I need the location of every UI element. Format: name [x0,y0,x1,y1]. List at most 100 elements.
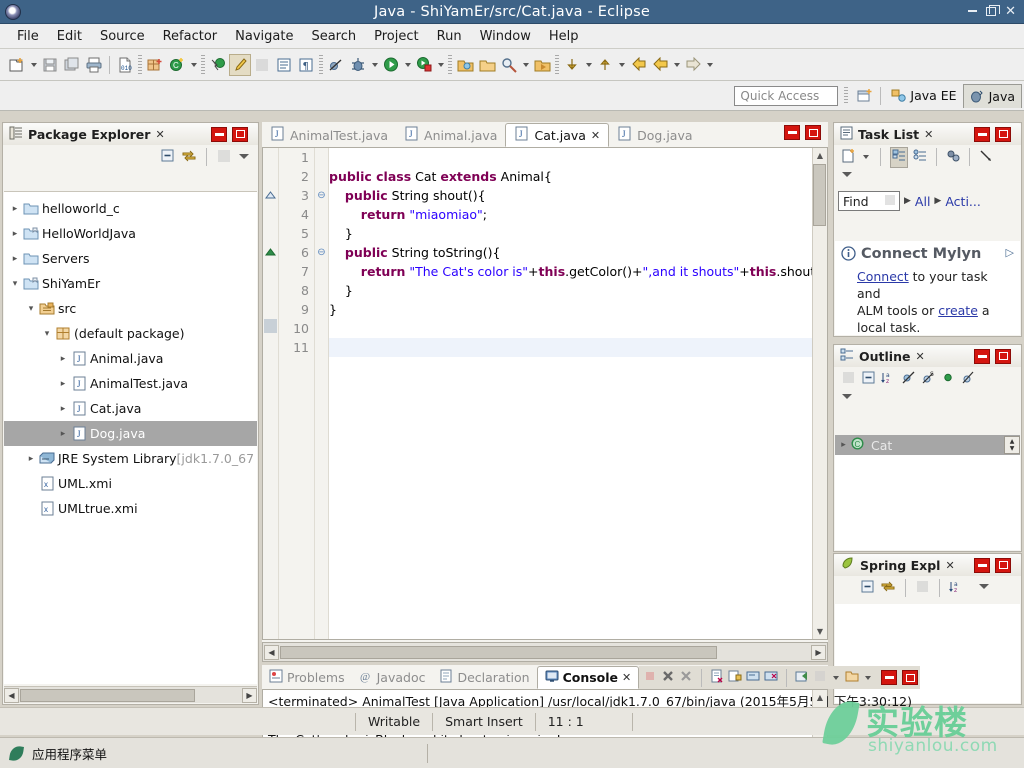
scroll-lock-icon[interactable] [728,669,742,686]
last-edit-location-icon[interactable] [627,54,649,76]
find-all-expander-icon[interactable]: ▶ [904,196,911,206]
tree-twisty-closed-icon[interactable] [56,404,70,414]
spring-explorer-tab[interactable]: Spring Expl ✕ [834,554,1021,576]
fold-marker[interactable] [315,262,328,281]
editor-folding-ruler[interactable]: ⊖ ⊖ [315,148,329,639]
display-console-icon[interactable] [764,669,778,686]
marker-slot[interactable] [263,148,278,167]
spring-view-menu-icon[interactable] [977,581,991,596]
editor-scroll-up-arrow[interactable]: ▲ [813,148,827,163]
editor-marker-gutter[interactable] [263,148,279,639]
editor-maximize-button[interactable] [805,125,821,140]
tree-item[interactable]: HelloWorldJava [4,221,257,246]
tree-item[interactable]: JRE System Library [jdk1.7.0_67 [4,446,257,471]
spring-explorer-maximize-button[interactable] [995,557,1011,573]
console-tab-close-icon[interactable]: ✕ [622,671,631,684]
code-line[interactable]: return "miaomiao"; [329,205,827,224]
outline-tab[interactable]: Outline ✕ [834,345,1021,367]
task-find-input[interactable]: Find [838,191,900,211]
editor-scroll-down-arrow[interactable]: ▼ [813,624,827,639]
skip-all-breakpoints-icon[interactable] [325,54,347,76]
open-perspective-folder-icon[interactable] [454,54,476,76]
find-activate-expander-icon[interactable]: ▶ [934,196,941,206]
tree-twisty-closed-icon[interactable] [56,354,70,364]
open-console-icon[interactable] [795,669,809,686]
tree-item[interactable]: src [4,296,257,321]
menu-item-refactor[interactable]: Refactor [154,27,227,46]
mylyn-create-link[interactable]: create [938,303,978,318]
open-type-icon[interactable] [207,54,229,76]
tree-twisty-open-icon[interactable] [8,279,22,289]
marker-slot[interactable] [263,338,278,357]
tree-twisty-closed-icon[interactable] [8,254,22,264]
marker-slot[interactable] [263,224,278,243]
menu-item-project[interactable]: Project [365,27,427,46]
menu-item-navigate[interactable]: Navigate [226,27,302,46]
console-tab[interactable]: Declaration [432,666,536,689]
editor-tab[interactable]: J Animal.java [396,123,505,147]
spring-explorer-minimize-button[interactable] [974,557,990,573]
hide-fields-icon[interactable] [901,370,916,388]
save-all-icon[interactable] [61,54,83,76]
outline-maximize-button[interactable] [995,348,1011,364]
console-maximize-button[interactable] [902,670,919,685]
tree-item[interactable]: J Animal.java [4,346,257,371]
package-explorer-tree[interactable]: helloworld_c HelloWorldJava Servers ShiYamE… [4,191,257,684]
editor-tab[interactable]: J Cat.java ✕ [505,123,610,147]
menu-item-search[interactable]: Search [302,27,365,46]
editor-tab[interactable]: J Dog.java [609,123,700,147]
outline-close-icon[interactable]: ✕ [915,350,924,363]
remove-launch-icon[interactable] [661,669,675,686]
pin-console-icon[interactable] [746,669,760,686]
outline-focus-icon[interactable] [841,370,856,388]
previous-annotation-dropdown-arrow[interactable] [616,54,627,76]
editor-scroll-thumb[interactable] [813,164,826,226]
fold-marker[interactable] [315,319,328,338]
package-explorer-maximize-button[interactable] [232,126,248,142]
hscroll-left-arrow[interactable]: ◀ [4,687,19,703]
editor-tab-close-icon[interactable]: ✕ [591,129,600,142]
run-external-tools-icon[interactable] [413,54,435,76]
marker-slot[interactable] [263,281,278,300]
fold-marker[interactable] [315,205,328,224]
outline-scroll-spinner[interactable]: ▲ ▼ [1004,436,1020,454]
sort-icon[interactable]: az [881,370,896,388]
outline-item-twisty-icon[interactable]: ▸ [837,440,850,450]
forward-dropdown-arrow[interactable] [704,54,715,76]
outline-view-menu-icon[interactable] [840,392,854,406]
outline-content[interactable]: ▸ C Cat ▲ ▼ [835,435,1020,550]
open-console-dropdown-icon[interactable] [845,669,859,686]
tree-twisty-closed-icon[interactable] [8,229,22,239]
outline-collapse-all-icon[interactable] [861,370,876,388]
fold-marker[interactable] [315,224,328,243]
package-explorer-minimize-button[interactable] [211,126,227,142]
skip-breakpoints-icon[interactable] [251,54,273,76]
marker-slot[interactable] [263,167,278,186]
editor-minimize-button[interactable] [784,125,800,140]
editor-horizontal-scrollbar[interactable]: ◀ ▶ [262,642,828,662]
forward-icon[interactable] [682,54,704,76]
console-tab[interactable]: @ Javadoc [352,666,433,689]
new-console-view-icon[interactable] [813,669,827,686]
marker-slot[interactable] [263,319,278,338]
tree-item[interactable]: Servers [4,246,257,271]
focus-on-active-task-icon[interactable] [216,148,232,167]
maximize-button[interactable] [986,5,1001,16]
tree-twisty-closed-icon[interactable] [24,454,38,464]
spring-explorer-close-icon[interactable]: ✕ [945,559,954,572]
tree-twisty-open-icon[interactable] [24,304,38,314]
hide-static-icon[interactable]: S [921,370,936,388]
previous-annotation-icon[interactable] [594,54,616,76]
editor-tab[interactable]: J AnimalTest.java [262,123,396,147]
code-line[interactable]: public class Cat extends Animal{ [329,167,827,186]
tree-twisty-closed-icon[interactable] [8,204,22,214]
marker-slot[interactable] [263,205,278,224]
back-icon[interactable] [649,54,671,76]
spring-link-editor-icon[interactable] [880,579,896,597]
fold-marker[interactable] [315,281,328,300]
tree-twisty-closed-icon[interactable] [56,379,70,389]
console-tab[interactable]: Problems [262,666,352,689]
new-task-dropdown-arrow[interactable] [861,146,871,168]
code-line[interactable] [329,148,827,167]
code-line[interactable]: public String toString(){ [329,243,827,262]
